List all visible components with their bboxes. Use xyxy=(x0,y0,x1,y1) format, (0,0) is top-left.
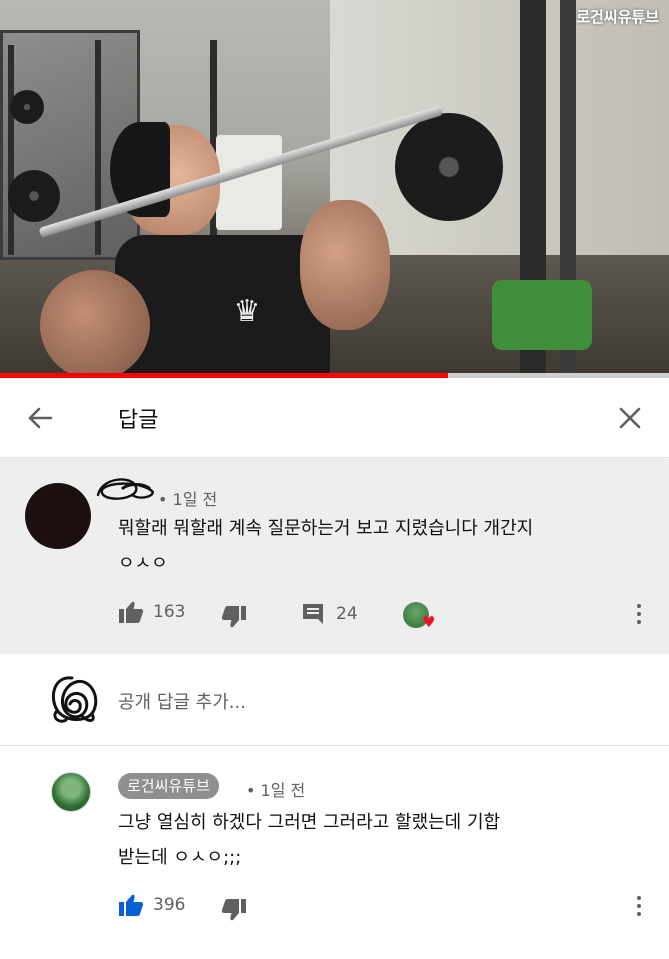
dislike-button[interactable] xyxy=(221,898,247,922)
kebab-dot xyxy=(637,904,641,908)
green-mat xyxy=(492,280,592,350)
kebab-dot xyxy=(637,604,641,608)
weight-plate xyxy=(395,113,503,221)
replies-header: 답글 xyxy=(0,378,669,458)
page-title: 답글 xyxy=(118,408,159,433)
water-cooler xyxy=(216,135,282,230)
channel-owner-badge[interactable]: 로건씨유튜브 xyxy=(118,773,219,799)
video-player[interactable]: ♛ 로건씨유튜브 xyxy=(0,0,669,373)
person-arm xyxy=(40,270,150,373)
thumbs-down-icon xyxy=(221,606,246,628)
creator-heart-icon: ♥ xyxy=(422,613,436,631)
kebab-dot xyxy=(637,612,641,616)
person-arm xyxy=(300,200,390,330)
comment-text-line2: 받는데 ㅇㅅㅇ;;; xyxy=(118,847,242,868)
avatar[interactable] xyxy=(51,772,91,812)
kebab-dot xyxy=(637,896,641,900)
kebab-dot xyxy=(637,620,641,624)
reply-count: 24 xyxy=(336,604,358,624)
comment-age: • 1일 전 xyxy=(158,490,218,509)
more-options-button[interactable] xyxy=(636,604,642,626)
like-count: 163 xyxy=(153,602,186,622)
comment-text-line2: ㅇㅅㅇ xyxy=(118,553,168,574)
weight-plate xyxy=(8,170,60,222)
redacted-username-scribble xyxy=(96,478,154,500)
rack-post xyxy=(8,45,14,255)
more-options-button[interactable] xyxy=(636,896,642,918)
comment-text-line1: 그냥 열심히 하겠다 그러면 그러라고 할랬는데 기합 xyxy=(118,812,501,833)
back-button[interactable] xyxy=(22,400,58,436)
crown-print-icon: ♛ xyxy=(233,294,261,329)
add-reply-row[interactable]: 공개 답글 추가... xyxy=(0,654,669,746)
rack-post xyxy=(95,40,101,255)
thumbs-up-icon xyxy=(119,894,144,916)
kebab-dot xyxy=(637,912,641,916)
reply-count-button[interactable]: 24 xyxy=(301,602,358,626)
avatar[interactable] xyxy=(25,483,91,549)
comment-age: • 1일 전 xyxy=(246,781,306,800)
like-button[interactable]: 396 xyxy=(118,893,185,917)
video-watermark: 로건씨유튜브 xyxy=(576,8,659,26)
like-button[interactable]: 163 xyxy=(118,600,185,624)
comment-text-line1: 뭐할래 뭐할래 계속 질문하는거 보고 지렸습니다 개간지 xyxy=(118,518,534,539)
comment-icon xyxy=(303,604,323,624)
arrow-left-icon xyxy=(28,407,53,429)
redacted-avatar-scribble xyxy=(51,676,98,723)
close-icon xyxy=(619,407,641,429)
thumbs-up-icon xyxy=(119,601,144,623)
weight-plate xyxy=(10,90,44,124)
close-button[interactable] xyxy=(612,400,648,436)
thumbs-down-icon xyxy=(221,899,246,921)
reply-input-placeholder[interactable]: 공개 답글 추가... xyxy=(118,688,246,714)
parent-comment: • 1일 전 뭐할래 뭐할래 계속 질문하는거 보고 지렸습니다 개간지 ㅇㅅㅇ… xyxy=(0,459,669,654)
reply-comment: 로건씨유튜브 • 1일 전 그냥 열심히 하겠다 그러면 그러라고 할랬는데 기… xyxy=(0,747,669,959)
dislike-button[interactable] xyxy=(221,605,247,629)
like-count: 396 xyxy=(153,895,186,915)
